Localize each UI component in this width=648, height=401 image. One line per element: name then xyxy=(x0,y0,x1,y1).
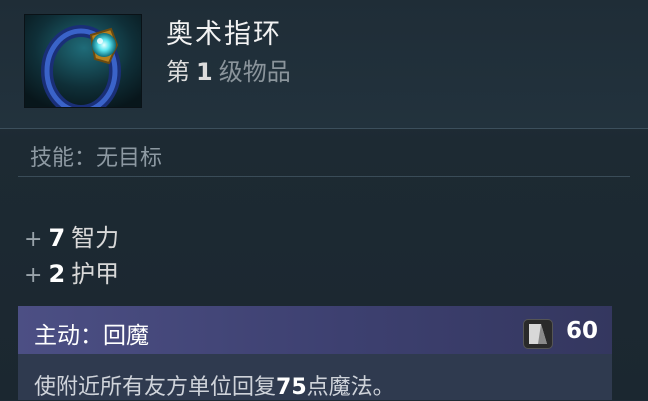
ability-target-label: 技能：无目标 xyxy=(30,146,163,171)
item-level-prefix: 第 xyxy=(166,58,190,86)
active-ability-body: 使附近所有友方单位回复75点魔法。 xyxy=(18,354,612,400)
ability-target: 技能：无目标 xyxy=(30,140,162,172)
active-ability-header: 主动：回魔 60 xyxy=(18,306,612,354)
item-tooltip: 奥术指环 第 1 级物品 技能：无目标 +7 智力 +2 护甲 主动：回魔 60 使附近… xyxy=(0,0,648,400)
stat-row-intelligence: +7 智力 xyxy=(24,218,119,253)
cooldown-value: 60 xyxy=(566,318,599,344)
stat-sign: + xyxy=(24,263,43,288)
stat-row-armor: +2 护甲 xyxy=(24,254,119,289)
item-level-suffix: 级物品 xyxy=(218,58,291,86)
desc-text-post: 点魔法。 xyxy=(306,375,395,400)
stat-sign: + xyxy=(24,227,43,252)
item-level: 第 1 级物品 xyxy=(166,52,291,87)
cooldown-icon xyxy=(523,319,553,349)
item-header: 奥术指环 第 1 级物品 xyxy=(0,0,648,129)
stat-value: 2 xyxy=(48,260,66,288)
ring-icon xyxy=(25,15,141,107)
divider xyxy=(18,176,630,177)
item-icon-frame xyxy=(24,14,142,108)
desc-text-pre: 使附近所有友方单位回复 xyxy=(34,375,277,400)
active-ability-title: 主动：回魔 xyxy=(34,323,149,349)
item-level-value: 1 xyxy=(196,58,213,86)
active-ability-description: 使附近所有友方单位回复75点魔法。 xyxy=(34,369,395,401)
stat-name: 护甲 xyxy=(71,260,120,288)
item-name: 奥术指环 xyxy=(166,19,282,50)
desc-value: 75 xyxy=(276,375,307,400)
stat-name: 智力 xyxy=(71,224,120,252)
stat-value: 7 xyxy=(48,224,66,252)
